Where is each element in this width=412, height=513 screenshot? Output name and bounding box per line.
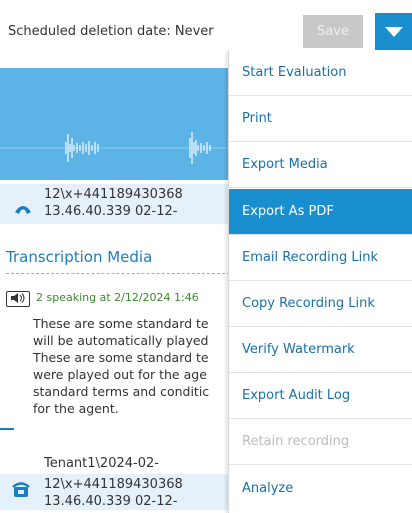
menu-item-copy-recording-link[interactable]: Copy Recording Link — [229, 281, 412, 327]
desk-phone-icon — [12, 481, 30, 504]
save-button[interactable]: Save — [303, 15, 363, 48]
phone-icon — [14, 200, 32, 219]
scheduled-deletion-label: Scheduled deletion date: Never — [8, 24, 214, 39]
audio-waveform[interactable] — [0, 68, 230, 180]
menu-item-export-audit-log[interactable]: Export Audit Log — [229, 373, 412, 419]
divider — [6, 273, 230, 274]
recording-timestamp: 13.46.40.339 02-12- — [44, 204, 178, 219]
transcription-title: Transcription Media — [6, 248, 153, 266]
transcript-line: were played out for the age — [33, 367, 207, 382]
menu-item-export-media[interactable]: Export Media — [229, 142, 412, 188]
speaker-info: 2 speaking at 2/12/2024 1:46 — [36, 291, 199, 304]
actions-menu: Start Evaluation Print Export Media Expo… — [228, 50, 412, 513]
recording-caller: 12\x+441189430368 — [44, 187, 183, 202]
chevron-down-icon — [384, 27, 403, 37]
menu-item-print[interactable]: Print — [229, 96, 412, 142]
menu-item-verify-watermark[interactable]: Verify Watermark — [229, 327, 412, 373]
speaker-icon — [6, 291, 30, 307]
divider — [0, 428, 14, 430]
menu-item-email-recording-link[interactable]: Email Recording Link — [229, 235, 412, 281]
recording-timestamp: 13.46.40.339 02-12- — [44, 494, 178, 509]
menu-item-start-evaluation[interactable]: Start Evaluation — [229, 50, 412, 96]
more-actions-dropdown-button[interactable] — [375, 13, 412, 51]
transcript-line: will be automatically played — [33, 333, 209, 348]
recording-caller: 12\x+441189430368 — [44, 477, 183, 492]
transcript-line: These are some standard te — [33, 316, 209, 331]
menu-item-analyze[interactable]: Analyze — [229, 465, 412, 511]
menu-item-export-as-pdf[interactable]: Export As PDF — [229, 189, 412, 235]
transcript-line: These are some standard te — [33, 350, 209, 365]
transcript-line: standard terms and conditic — [33, 384, 210, 399]
transcript-line: for the agent. — [33, 401, 119, 416]
menu-item-retain-recording[interactable]: Retain recording — [229, 419, 412, 465]
recording-tenant: Tenant1\2024-02- — [44, 456, 159, 471]
